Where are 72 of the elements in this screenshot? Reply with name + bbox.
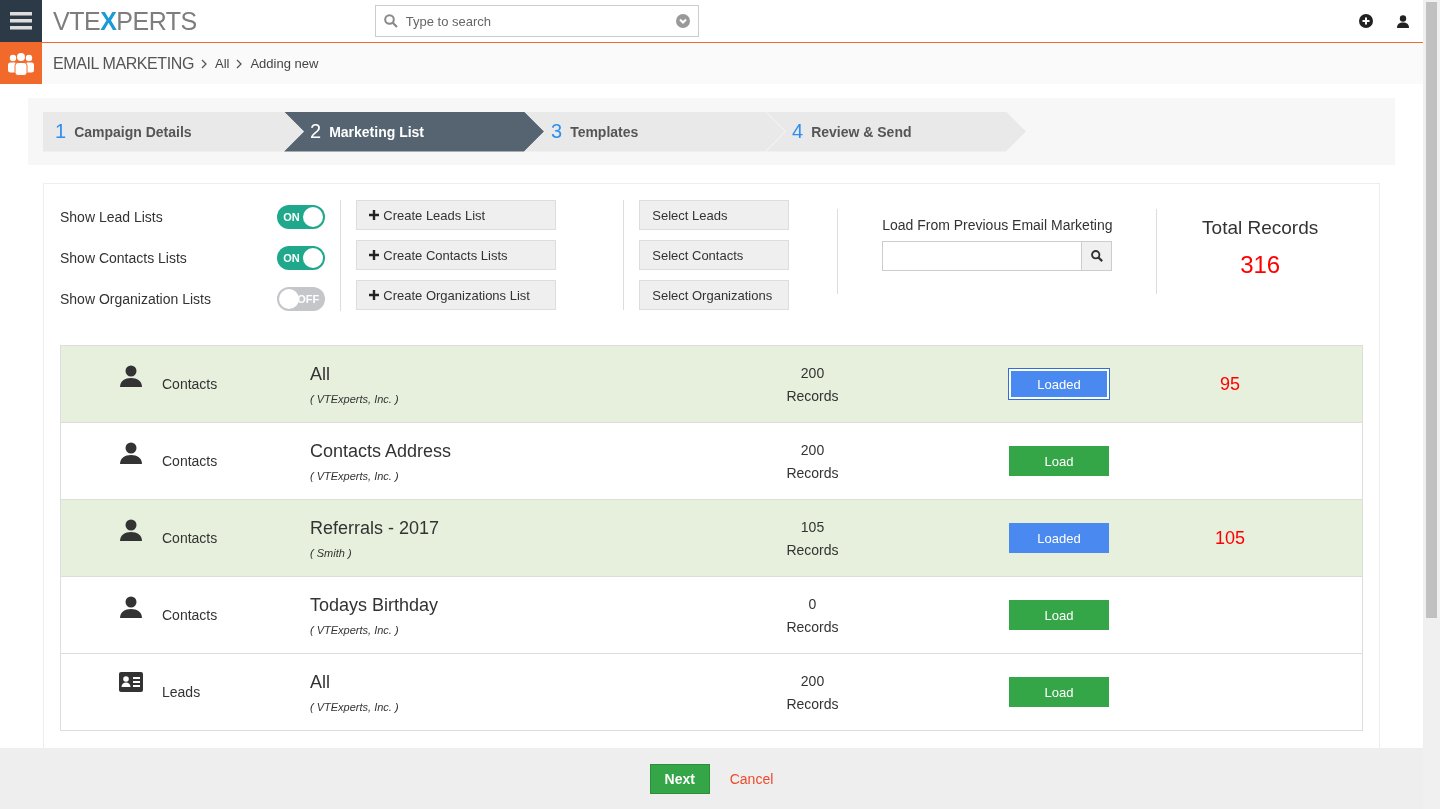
list-module: Contacts [162,376,219,392]
loaded-count: 105 [1213,527,1246,549]
wizard-step[interactable]: 1 Campaign Details [43,111,303,152]
list-name: All [310,363,331,385]
record-unit: Records [786,541,839,558]
list-name: Contacts Address [310,440,453,462]
search-field[interactable]: Type to search [403,12,670,30]
search-icon [383,14,398,28]
chevron-icon [201,58,208,69]
wizard-step[interactable]: 3 Templates [525,111,785,152]
breadcrumb-item[interactable]: Adding new [250,56,319,71]
select-button[interactable]: Select Leads [639,200,790,230]
logo: VTEXPERTS [53,6,197,36]
list-owner: ( VTExperts, Inc. ) [310,469,400,482]
list-name: Todays Birthday [310,594,440,616]
loaded-count: 95 [1219,373,1241,395]
total-records-value: 316 [1240,251,1281,279]
menu-icon [10,12,32,30]
record-count: 200 [800,364,825,381]
record-count: 0 [808,595,817,612]
record-count: 200 [800,672,825,689]
list-owner: ( Smith ) [310,546,353,559]
chevron-icon [236,58,244,69]
toggle-label: Show Lead Lists [60,208,163,225]
plus-icon [369,209,380,220]
wizard-step[interactable]: 4 Review & Send [766,111,1026,152]
list-row[interactable]: Contacts Referrals - 2017 ( Smith ) 105 Records Loaded 105 [61,500,1362,577]
toggle-label: Show Contacts Lists [60,249,187,266]
plus-icon [369,249,380,260]
previous-campaign-field[interactable] [882,241,1083,271]
record-unit: Records [786,464,839,481]
list-owner: ( VTExperts, Inc. ) [310,623,400,636]
person-icon [119,364,143,388]
search-bar[interactable]: Type to search [374,5,699,37]
record-count: 105 [800,518,825,535]
person-icon [119,518,143,542]
person-icon [119,441,143,465]
list-name: Referrals - 2017 [310,517,441,539]
dropdown-icon[interactable] [675,14,690,28]
create-list-button[interactable]: Create Leads List [356,200,557,230]
create-list-button[interactable]: Create Organizations List [356,280,557,310]
add-icon[interactable] [1359,14,1373,28]
list-owner: ( VTExperts, Inc. ) [310,392,400,405]
module-title[interactable]: EMAIL MARKETING [53,54,194,73]
record-unit: Records [786,695,839,712]
total-records-label: Total Records [1202,217,1319,239]
breadcrumb-item[interactable]: All [215,56,230,71]
list-owner: ( VTExperts, Inc. ) [310,700,400,713]
user-icon[interactable] [1397,14,1409,28]
scrollbar[interactable] [1423,0,1440,809]
record-unit: Records [786,618,839,635]
search-icon [1090,250,1103,262]
id-card-icon [119,672,143,692]
select-button[interactable]: Select Contacts [639,240,790,270]
list-module: Contacts [162,453,219,469]
select-button[interactable]: Select Organizations [639,280,790,310]
list-module: Leads [162,684,202,700]
list-module: Contacts [162,530,219,546]
list-module: Contacts [162,607,219,623]
toggle-label: Show Organization Lists [60,290,211,307]
people-group-icon [8,51,34,76]
menu-button[interactable] [0,0,42,42]
wizard-step[interactable]: 2 Marketing List [284,111,544,152]
list-row[interactable]: Contacts All ( VTExperts, Inc. ) 200 Records Loaded 95 [61,346,1362,423]
create-list-button[interactable]: Create Contacts Lists [356,240,557,270]
list-name: All [310,671,331,693]
search-button[interactable] [1082,241,1113,271]
person-icon [119,595,143,619]
record-count: 200 [800,441,825,458]
record-unit: Records [786,387,839,404]
plus-icon [369,289,380,300]
previous-campaign-label: Load From Previous Email Marketing [882,217,1113,233]
